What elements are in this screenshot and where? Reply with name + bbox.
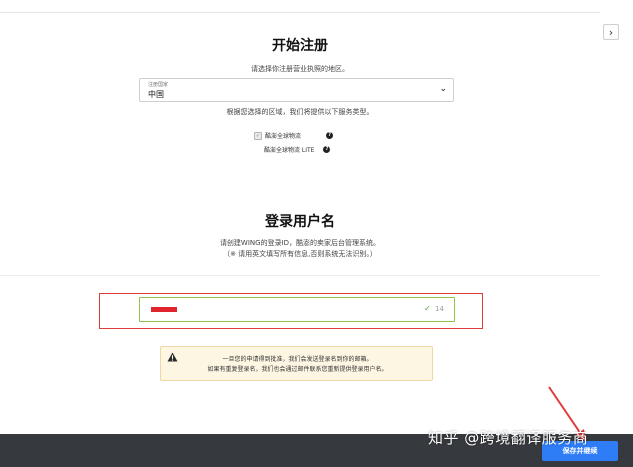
register-subtitle: 请选择你注册营业执照的地区。 (251, 65, 349, 73)
notice-line-2: 如果有重复登录名，我们也会通过邮件联系您重新提供登录用户名。 (207, 366, 388, 373)
chevron-down-icon: ⌄ (439, 84, 447, 94)
username-title: 登录用户名 (265, 214, 335, 230)
section-divider (0, 275, 600, 276)
username-desc-2: （※ 请用英文填写所有信息,否则系统无法识别。） (223, 250, 377, 258)
option-global-logistics-lite: 酷澎全球物流 LITE ? (264, 145, 331, 154)
username-input[interactable]: ✓ 14 (139, 297, 455, 322)
register-title: 开始注册 (272, 38, 328, 54)
country-select-value: 中国 (148, 90, 164, 99)
help-icon[interactable]: ? (326, 132, 334, 139)
option-global-logistics-lite-label: 酷澎全球物流 LITE (264, 147, 315, 154)
notice-line-1: 一旦您的申请得到批准，我们会发送登录名到你的邮箱。 (222, 356, 373, 363)
check-icon: ✓ (424, 304, 431, 313)
username-desc-1: 请创建WING的登录ID，酷澎的卖家后台管理系统。 (219, 239, 381, 247)
next-page-button[interactable]: › (603, 24, 619, 40)
notice-box: 一旦您的申请得到批准，我们会发送登录名到你的邮箱。 如果有重复登录名，我们也会通… (160, 346, 433, 381)
service-note: 根据您选择的区域，我们将提供以下服务类型。 (226, 108, 374, 116)
checkbox-global-logistics[interactable]: ✓ (254, 131, 262, 140)
country-select-label: 注册国家 (148, 82, 169, 88)
redacted-username (151, 307, 177, 312)
option-global-logistics: ✓ 酷澎全球物流 ? (254, 131, 334, 140)
help-icon[interactable]: ? (323, 146, 331, 153)
country-select[interactable]: 注册国家 中国 ⌄ (139, 78, 454, 102)
watermark: 知乎 @跨境翻译服务商 (428, 429, 589, 447)
char-count: 14 (435, 305, 444, 313)
top-divider (0, 12, 600, 13)
chevron-right-icon: › (608, 25, 614, 39)
option-global-logistics-label: 酷澎全球物流 (265, 133, 302, 140)
